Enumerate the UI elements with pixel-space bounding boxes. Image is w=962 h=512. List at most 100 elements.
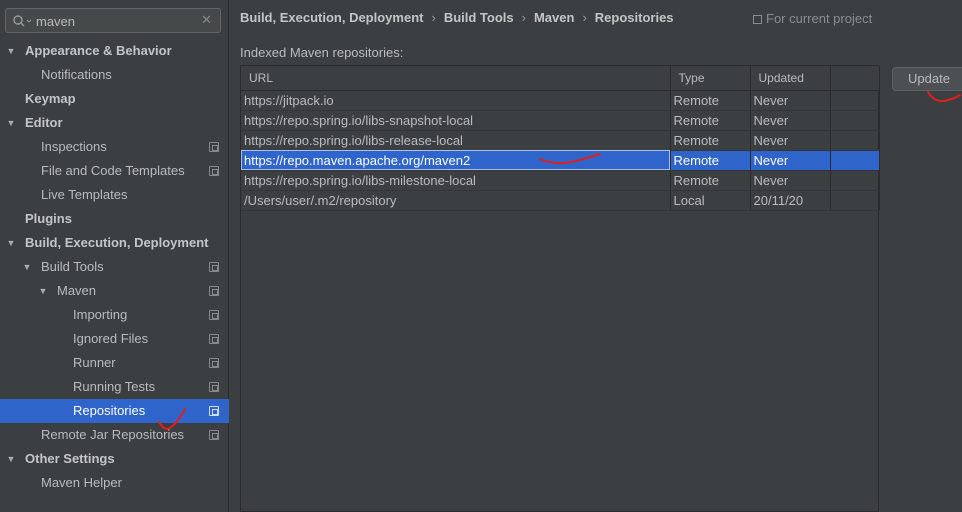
update-button[interactable]: Update	[892, 67, 962, 91]
column-header-updated[interactable]: Updated	[750, 66, 831, 91]
tree-item-other-settings[interactable]: ▼ Other Settings	[0, 447, 229, 471]
tree-item-label: Maven	[57, 283, 97, 298]
settings-search-field[interactable]: ✕	[5, 8, 221, 33]
cell-type[interactable]: Remote	[670, 150, 751, 171]
cell-updated[interactable]: Never	[750, 130, 831, 151]
tree-item-appearance-behavior[interactable]: ▼ Appearance & Behavior	[0, 39, 229, 63]
expand-arrow-icon[interactable]: ▼	[5, 447, 17, 471]
expand-arrow-icon[interactable]: ▼	[37, 279, 49, 303]
tree-item-editor[interactable]: ▼ Editor	[0, 111, 229, 135]
search-icon	[13, 15, 32, 27]
cell-type[interactable]: Local	[670, 190, 751, 211]
breadcrumb-item[interactable]: Maven	[534, 10, 574, 25]
table-row[interactable]: https://jitpack.io Remote Never	[241, 90, 880, 111]
tree-item-build-execution-deployment[interactable]: ▼ Build, Execution, Deployment	[0, 231, 229, 255]
expand-arrow-icon[interactable]: ▼	[5, 231, 17, 255]
search-input[interactable]	[36, 12, 196, 30]
project-scope-icon	[753, 15, 762, 24]
project-scope-icon	[209, 358, 219, 368]
cell-updated[interactable]: Never	[750, 150, 831, 171]
expand-arrow-icon[interactable]: ▼	[21, 255, 33, 279]
tree-item-build-tools[interactable]: ▼ Build Tools	[0, 255, 229, 279]
tree-item-runner[interactable]: Runner	[0, 351, 229, 375]
column-header-url[interactable]: URL	[241, 66, 671, 91]
project-scope-icon	[209, 310, 219, 320]
cell-filler	[830, 90, 880, 111]
project-scope-icon	[209, 166, 219, 176]
tree-item-notifications[interactable]: Notifications	[0, 63, 229, 87]
cell-url[interactable]: /Users/user/.m2/repository	[241, 190, 671, 211]
tree-item-importing[interactable]: Importing	[0, 303, 229, 327]
cell-updated[interactable]: 20/11/20	[750, 190, 831, 211]
tree-item-label: Build, Execution, Deployment	[25, 235, 209, 250]
tree-item-repositories[interactable]: Repositories	[0, 399, 229, 423]
breadcrumb-item[interactable]: Repositories	[595, 10, 674, 25]
tree-item-plugins[interactable]: Plugins	[0, 207, 229, 231]
tree-item-label: Plugins	[25, 211, 72, 226]
table-row[interactable]: https://repo.spring.io/libs-release-loca…	[241, 130, 880, 151]
project-scope-icon	[209, 286, 219, 296]
tree-item-maven-helper[interactable]: Maven Helper	[0, 471, 229, 495]
expand-arrow-icon[interactable]: ▼	[5, 111, 17, 135]
cell-url[interactable]: https://repo.spring.io/libs-snapshot-loc…	[241, 110, 671, 131]
tree-item-maven[interactable]: ▼ Maven	[0, 279, 229, 303]
tree-item-label: Notifications	[41, 67, 112, 82]
table-row[interactable]: /Users/user/.m2/repository Local 20/11/20	[241, 190, 880, 211]
tree-item-running-tests[interactable]: Running Tests	[0, 375, 229, 399]
tree-item-ignored-files[interactable]: Ignored Files	[0, 327, 229, 351]
cell-type[interactable]: Remote	[670, 110, 751, 131]
tree-item-label: Remote Jar Repositories	[41, 427, 185, 442]
cell-url[interactable]: https://repo.maven.apache.org/maven2	[241, 150, 671, 171]
project-scope-icon	[209, 262, 219, 272]
project-scope-icon	[209, 382, 219, 392]
project-scope-icon	[209, 142, 219, 152]
table-row[interactable]: https://repo.maven.apache.org/maven2 Remo…	[241, 150, 880, 171]
cell-type[interactable]: Remote	[670, 170, 751, 191]
cell-url[interactable]: https://repo.spring.io/libs-release-loca…	[241, 130, 671, 151]
breadcrumb-item[interactable]: Build Tools	[444, 10, 514, 25]
tree-item-file-and-code-templates[interactable]: File and Code Templates	[0, 159, 229, 183]
cell-updated[interactable]: Never	[750, 110, 831, 131]
tree-item-label: Maven Helper	[41, 475, 122, 490]
cell-url[interactable]: https://jitpack.io	[241, 90, 671, 111]
table-row[interactable]: https://repo.spring.io/libs-snapshot-loc…	[241, 110, 880, 131]
tree-item-keymap[interactable]: Keymap	[0, 87, 229, 111]
cell-updated[interactable]: Never	[750, 90, 831, 111]
tree-item-live-templates[interactable]: Live Templates	[0, 183, 229, 207]
cell-filler	[830, 110, 880, 131]
settings-sidebar: ✕ ▼ Appearance & Behavior Notifications Key…	[0, 0, 229, 512]
cell-updated[interactable]: Never	[750, 170, 831, 191]
cell-type[interactable]: Remote	[670, 130, 751, 151]
project-scope-icon	[209, 406, 219, 416]
cell-filler	[830, 130, 880, 151]
tree-item-label: Appearance & Behavior	[25, 43, 172, 58]
cell-type[interactable]: Remote	[670, 90, 751, 111]
expand-arrow-icon[interactable]: ▼	[5, 39, 17, 63]
breadcrumb-item[interactable]: Build, Execution, Deployment	[240, 10, 423, 25]
tree-item-label: File and Code Templates	[41, 163, 185, 178]
tree-item-label: Inspections	[41, 139, 107, 154]
cell-filler	[830, 190, 880, 211]
cell-url[interactable]: https://repo.spring.io/libs-milestone-lo…	[241, 170, 671, 191]
tree-item-inspections[interactable]: Inspections	[0, 135, 229, 159]
tree-item-label: Live Templates	[41, 187, 128, 202]
section-label: Indexed Maven repositories:	[240, 45, 404, 60]
tree-item-label: Running Tests	[73, 379, 156, 394]
tree-item-label: Editor	[25, 115, 63, 130]
tree-item-label: Repositories	[73, 403, 146, 418]
repositories-table[interactable]: URL Type Updated https://jitpack.io Remot…	[240, 65, 880, 512]
breadcrumb-separator: ›	[431, 10, 436, 25]
clear-search-icon[interactable]: ✕	[199, 12, 214, 27]
project-scope-icon	[209, 430, 219, 440]
table-header-row: URL Type Updated	[241, 66, 880, 91]
tree-item-remote-jar-repositories[interactable]: Remote Jar Repositories	[0, 423, 229, 447]
table-row[interactable]: https://repo.spring.io/libs-milestone-lo…	[241, 170, 880, 191]
tree-item-label: Runner	[73, 355, 116, 370]
tree-item-label: Ignored Files	[73, 331, 149, 346]
scope-indicator: For current project	[753, 9, 872, 29]
column-header-type[interactable]: Type	[670, 66, 751, 91]
tree-item-label: Importing	[73, 307, 128, 322]
project-scope-icon	[209, 334, 219, 344]
cell-filler	[830, 150, 880, 171]
tree-item-label: Build Tools	[41, 259, 104, 274]
